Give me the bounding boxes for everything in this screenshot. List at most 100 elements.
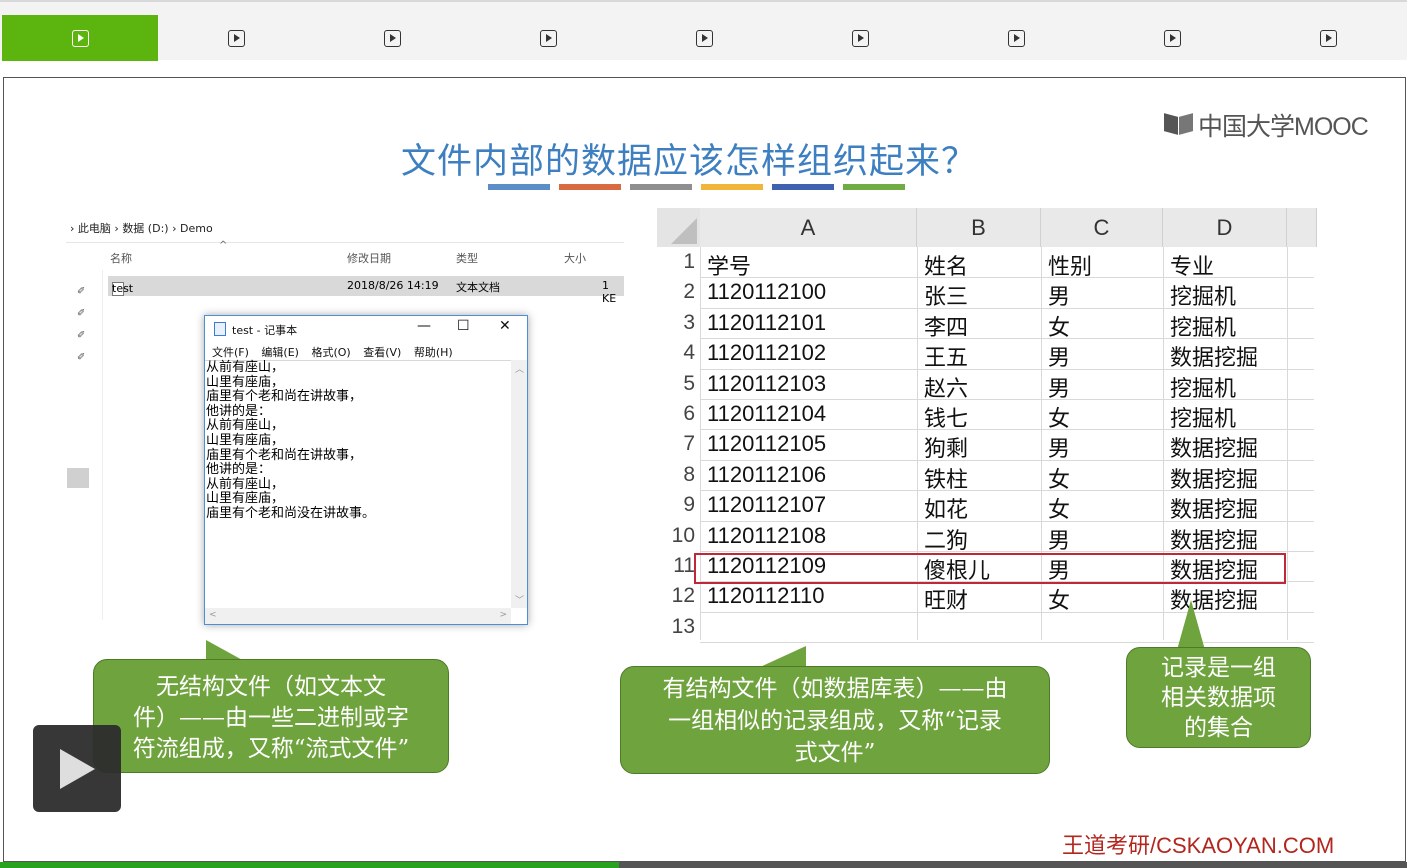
menu-file[interactable]: 文件(F) [212, 346, 249, 359]
minimize-icon[interactable]: — [417, 318, 431, 334]
cell[interactable]: 数据挖掘 [1170, 431, 1258, 463]
title-bar[interactable]: test - 记事本 — ☐ ✕ [205, 316, 527, 340]
cell[interactable]: 1120112101 [707, 310, 826, 336]
cell[interactable]: 挖掘机 [1170, 279, 1236, 311]
cell[interactable]: 女 [1048, 310, 1070, 342]
cell[interactable]: 挖掘机 [1170, 310, 1236, 342]
video-progress-bar[interactable] [0, 862, 1407, 868]
cell[interactable]: 姓名 [924, 249, 968, 281]
cell[interactable]: 挖掘机 [1170, 401, 1236, 433]
cell[interactable]: 专业 [1170, 249, 1214, 281]
select-all-corner[interactable] [657, 208, 700, 247]
chapter-tab-1[interactable] [2, 15, 158, 61]
cell[interactable]: 男 [1048, 340, 1070, 372]
chapter-tab-8[interactable] [1094, 15, 1250, 61]
menu-edit[interactable]: 编辑(E) [261, 346, 299, 359]
pin-icon[interactable]: ✐ [77, 352, 85, 363]
cell[interactable]: 张三 [924, 279, 968, 311]
cell[interactable]: 旺财 [924, 583, 968, 615]
pin-icon[interactable]: ✐ [77, 308, 85, 319]
breadcrumb-item[interactable]: 此电脑 [78, 222, 111, 235]
column-header-size[interactable]: 大小 [564, 250, 586, 266]
cell[interactable]: 1120112104 [707, 401, 826, 427]
cell[interactable]: 男 [1048, 371, 1070, 403]
cell[interactable]: 1120112106 [707, 462, 826, 488]
cell[interactable]: 1120112105 [707, 431, 826, 457]
chapter-tab-7[interactable] [938, 15, 1094, 61]
menu-help[interactable]: 帮助(H) [414, 346, 453, 359]
column-header-d[interactable]: D [1163, 208, 1287, 247]
column-header-date[interactable]: 修改日期 [347, 250, 391, 266]
breadcrumb-item[interactable]: 数据 (D:) [122, 222, 168, 235]
chapter-tab-5[interactable] [626, 15, 782, 61]
column-header-name[interactable]: 名称 [110, 250, 132, 266]
cell[interactable]: 李四 [924, 310, 968, 342]
scroll-down-icon[interactable]: ﹀ [515, 593, 524, 606]
cell[interactable]: 1120112108 [707, 523, 826, 549]
chapter-tab-9[interactable] [1250, 15, 1406, 61]
notepad-window[interactable]: test - 记事本 — ☐ ✕ 文件(F) 编辑(E) 格式(O) 查看(V)… [204, 315, 528, 625]
cell[interactable]: 1120112102 [707, 340, 826, 366]
column-header-type[interactable]: 类型 [456, 250, 478, 266]
column-header-b[interactable]: B [917, 208, 1041, 247]
column-header-next[interactable] [1287, 208, 1317, 247]
nav-item[interactable] [67, 468, 89, 488]
maximize-icon[interactable]: ☐ [457, 318, 470, 334]
cell[interactable]: 学号 [707, 249, 751, 281]
row-number[interactable]: 2 [657, 280, 700, 304]
pin-icon[interactable]: ✐ [77, 286, 85, 297]
row-number[interactable]: 12 [657, 584, 700, 608]
cell[interactable]: 1120112110 [707, 583, 824, 609]
cell[interactable]: 赵六 [924, 371, 968, 403]
cell[interactable]: 数据挖掘 [1170, 523, 1258, 555]
cell[interactable]: 钱七 [924, 401, 968, 433]
row-number[interactable]: 10 [657, 524, 700, 548]
cell[interactable]: 性别 [1048, 249, 1092, 281]
cell[interactable]: 如花 [924, 492, 968, 524]
cell[interactable]: 男 [1048, 431, 1070, 463]
row-number[interactable]: 3 [657, 311, 700, 335]
cell[interactable]: 男 [1048, 279, 1070, 311]
pin-icon[interactable]: ✐ [77, 330, 85, 341]
play-button[interactable] [33, 725, 121, 812]
row-number[interactable]: 6 [657, 402, 700, 426]
cell[interactable]: 男 [1048, 523, 1070, 555]
cell[interactable]: 挖掘机 [1170, 371, 1236, 403]
close-icon[interactable]: ✕ [499, 318, 511, 334]
row-number[interactable]: 13 [657, 615, 700, 639]
chapter-tab-3[interactable] [314, 15, 470, 61]
column-header-a[interactable]: A [700, 208, 917, 247]
cell[interactable]: 王五 [924, 340, 968, 372]
horizontal-scrollbar[interactable]: < > [205, 608, 511, 624]
text-editor[interactable]: 从前有座山， 山里有座庙， 庙里有个老和尚在讲故事， 他讲的是： 从前有座山， 山里有座庙… [205, 360, 511, 609]
row-number[interactable]: 8 [657, 463, 700, 487]
cell[interactable]: 1120112107 [707, 492, 826, 518]
cell[interactable]: 数据挖掘 [1170, 492, 1258, 524]
chapter-tab-6[interactable] [782, 15, 938, 61]
cell[interactable]: 女 [1048, 462, 1070, 494]
row-number[interactable]: 9 [657, 493, 700, 517]
cell[interactable]: 女 [1048, 583, 1070, 615]
row-number[interactable]: 5 [657, 372, 700, 396]
cell[interactable]: 二狗 [924, 523, 968, 555]
cell[interactable]: 1120112100 [707, 279, 826, 305]
cell[interactable]: 女 [1048, 492, 1070, 524]
scroll-left-icon[interactable]: < [209, 610, 217, 620]
column-header-c[interactable]: C [1041, 208, 1163, 247]
vertical-scrollbar[interactable]: ︿ ﹀ [511, 360, 527, 608]
cell[interactable]: 铁柱 [924, 462, 968, 494]
file-row[interactable]: test 2018/8/26 14:19 文本文档 1 KE [108, 276, 624, 305]
row-number[interactable]: 1 [657, 250, 700, 274]
breadcrumb-item[interactable]: Demo [180, 222, 213, 235]
scroll-up-icon[interactable]: ︿ [515, 362, 524, 375]
cell[interactable]: 数据挖掘 [1170, 340, 1258, 372]
menu-view[interactable]: 查看(V) [363, 346, 401, 359]
row-number[interactable]: 7 [657, 432, 700, 456]
cell[interactable]: 女 [1048, 401, 1070, 433]
cell[interactable]: 狗剩 [924, 431, 968, 463]
cell[interactable]: 1120112103 [707, 371, 826, 397]
cell[interactable]: 数据挖掘 [1170, 462, 1258, 494]
row-number[interactable]: 4 [657, 341, 700, 365]
chapter-tab-4[interactable] [470, 15, 626, 61]
chapter-tab-2[interactable] [158, 15, 314, 61]
